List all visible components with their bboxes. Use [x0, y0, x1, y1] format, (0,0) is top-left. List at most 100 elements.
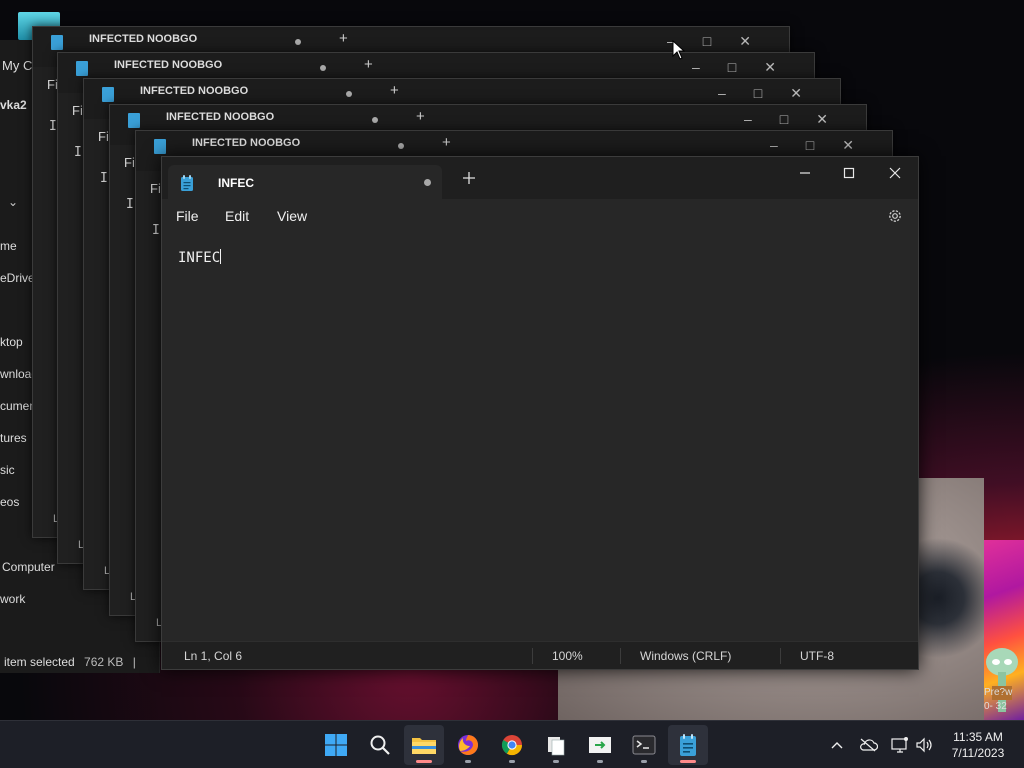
status-zoom[interactable]: 100%	[552, 649, 583, 663]
clock-date: 7/11/2023	[951, 746, 1005, 760]
new-tab-icon[interactable]: +	[416, 108, 425, 125]
nav-item-network[interactable]: work	[0, 592, 25, 606]
gear-icon[interactable]	[886, 207, 904, 225]
taskbar-notepad[interactable]	[668, 725, 708, 765]
new-tab-icon[interactable]: +	[364, 56, 373, 73]
status-line-ending[interactable]: Windows (CRLF)	[640, 649, 731, 663]
chevron-up-icon	[831, 742, 843, 749]
new-tab-icon[interactable]	[462, 171, 476, 185]
menu-file[interactable]: Fi	[150, 181, 161, 196]
menu-bar: File Edit View	[162, 199, 918, 233]
tab-bar: INFEC	[162, 157, 918, 199]
window-controls[interactable]: –□✕	[718, 85, 830, 102]
search-button[interactable]	[360, 725, 400, 765]
desktop-shortcut-label: Pre?w 0- 32	[984, 686, 1012, 714]
start-button[interactable]	[316, 725, 356, 765]
menu-file[interactable]: Fi	[124, 155, 135, 170]
volume-tray-button[interactable]	[912, 721, 936, 768]
text-caret	[220, 249, 222, 264]
text-editor[interactable]: INFEC	[162, 233, 918, 633]
window-controls[interactable]: –□✕	[744, 111, 856, 128]
unsaved-dot-icon[interactable]	[424, 179, 431, 186]
maximize-icon	[843, 167, 855, 179]
status-selected: item selected	[4, 655, 75, 669]
notepad-icon	[181, 175, 193, 191]
files-icon	[548, 737, 565, 756]
editor-text: I	[152, 223, 160, 238]
tab-infec[interactable]: INFEC	[168, 165, 442, 199]
notepad-icon	[128, 113, 140, 128]
unsaved-dot-icon	[346, 91, 352, 97]
window-controls[interactable]: –□✕	[692, 59, 804, 76]
taskbar-chrome[interactable]	[492, 725, 532, 765]
tab-title[interactable]: INFECTED NOOBGO	[192, 137, 300, 149]
unsaved-dot-icon	[320, 65, 326, 71]
taskbar-firefox[interactable]	[448, 725, 488, 765]
tab-title[interactable]: INFECTED NOOBGO	[166, 111, 274, 123]
editor-text: I	[126, 197, 134, 212]
taskbar-remote-app[interactable]	[580, 725, 620, 765]
clock-time: 11:35 AM	[953, 730, 1003, 744]
tab-title: INFEC	[218, 176, 254, 190]
menu-file[interactable]: Fi	[72, 103, 83, 118]
window-controls[interactable]: –□✕	[770, 137, 882, 154]
unsaved-dot-icon	[295, 39, 301, 45]
notepad-window[interactable]: INFEC File Edit View INFEC Ln 1, Col 6 1…	[161, 156, 919, 670]
unsaved-dot-icon	[398, 143, 404, 149]
editor-content[interactable]: INFEC	[178, 249, 222, 266]
new-tab-icon[interactable]: +	[442, 134, 451, 151]
taskbar-terminal[interactable]	[624, 725, 664, 765]
mouse-cursor-icon	[672, 40, 686, 60]
onedrive-tray-button[interactable]	[856, 721, 880, 768]
tab-title[interactable]: INFECTED NOOBGO	[140, 85, 248, 97]
show-hidden-icons-button[interactable]	[826, 721, 848, 768]
chevron-down-icon[interactable]: ⌄	[8, 195, 18, 209]
notepad-icon	[154, 139, 166, 154]
menu-file[interactable]: File	[176, 208, 199, 224]
firefox-icon	[458, 735, 478, 755]
status-cursor-position: Ln 1, Col 6	[184, 649, 243, 663]
editor-text: I	[100, 171, 108, 186]
unsaved-dot-icon	[372, 117, 378, 123]
status-bar: Ln 1, Col 6 100% Windows (CRLF) UTF-8	[162, 641, 918, 669]
tab-title[interactable]: INFECTED NOOBGO	[89, 33, 197, 45]
notepad-icon	[51, 35, 63, 50]
new-tab-icon[interactable]: +	[339, 30, 348, 47]
chrome-icon	[501, 735, 523, 756]
taskbar-clock[interactable]: 11:35 AM 7/11/2023	[940, 729, 1016, 761]
windows-start-icon	[325, 734, 347, 756]
menu-view[interactable]: View	[277, 208, 307, 224]
explorer-user-folder[interactable]: vka2	[0, 98, 27, 112]
status-divider: |	[132, 655, 136, 669]
status-divider	[532, 648, 533, 664]
status-encoding[interactable]: UTF-8	[800, 649, 834, 663]
nav-item-computer[interactable]: Computer	[2, 560, 55, 574]
tab-title[interactable]: INFECTED NOOBGO	[114, 59, 222, 71]
close-icon	[889, 167, 901, 179]
search-icon	[370, 735, 390, 755]
menu-edit[interactable]: Edit	[225, 208, 249, 224]
notepad-icon	[680, 734, 696, 756]
taskbar: 11:35 AM 7/11/2023	[0, 720, 1024, 768]
folder-icon	[412, 738, 436, 754]
maximize-button[interactable]	[826, 157, 872, 189]
notepad-icon	[102, 87, 114, 102]
volume-icon	[916, 737, 932, 753]
editor-text: I	[74, 145, 82, 160]
taskbar-file-explorer[interactable]	[404, 725, 444, 765]
taskbar-files[interactable]	[536, 725, 576, 765]
minimize-icon	[800, 172, 810, 174]
network-tray-button[interactable]	[888, 721, 912, 768]
explorer-title: My C	[2, 58, 33, 73]
explorer-status-bar: item selected 762 KB |	[4, 655, 136, 669]
new-tab-icon[interactable]: +	[390, 82, 399, 99]
menu-file[interactable]: Fi	[98, 129, 109, 144]
network-icon	[891, 737, 908, 753]
close-button[interactable]	[872, 157, 918, 189]
status-divider	[620, 648, 621, 664]
shortcut-label-line2: 0- 32	[984, 701, 1007, 712]
minimize-button[interactable]	[782, 157, 828, 189]
notepad-icon	[76, 61, 88, 76]
terminal-icon	[632, 735, 656, 755]
remote-app-icon	[589, 737, 611, 753]
